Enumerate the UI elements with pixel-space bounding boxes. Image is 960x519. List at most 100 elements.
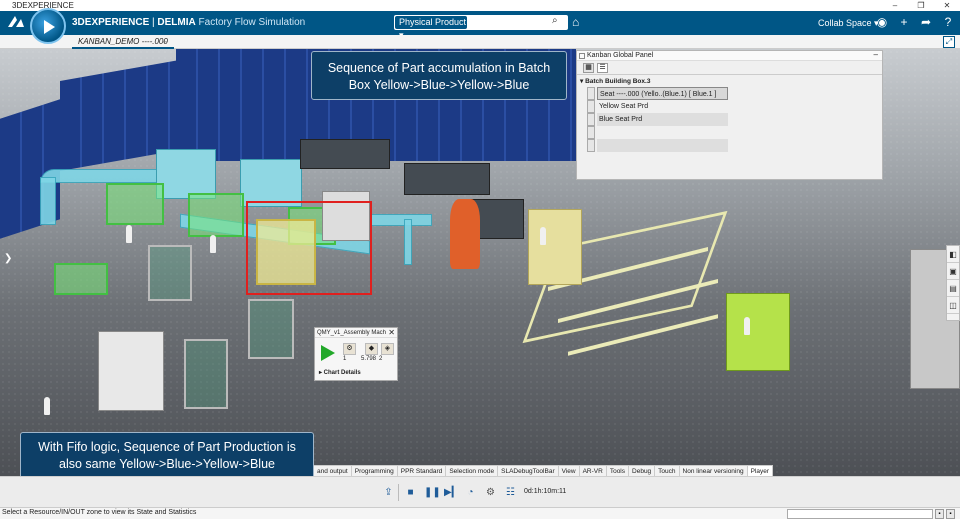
conveyor-drop [404,219,412,265]
assembly-panel-title: QMY_v1_Assembly Mach ✕ [315,328,397,338]
status-bar: Select a Resource/IN/OUT zone to view it… [0,507,960,519]
render-icon[interactable]: ◫ [947,297,959,314]
command-tab[interactable]: Debug [629,466,656,476]
command-tab[interactable]: View [559,466,580,476]
conveyor-top [40,169,170,183]
command-tab[interactable]: Non linear versioning [680,466,748,476]
chevron-left-icon[interactable]: ❯ [4,253,12,264]
application-window: 3DEXPERIENCE – ❐ ✕ 3DEXPERIENCE | DELMIA… [0,0,960,519]
panel-title-bar[interactable]: Kanban Global Panel – [577,50,882,61]
worker-3 [44,397,50,415]
cabinet-1 [156,149,216,199]
assembly-value-output: 2 [379,356,383,362]
status-message: Select a Resource/IN/OUT zone to view it… [2,509,197,516]
layers-icon[interactable]: ▤ [947,280,959,297]
list-view-icon[interactable]: ☰ [597,63,608,73]
status-button-2[interactable]: ▪ [946,509,955,519]
command-tab[interactable]: SLADebugToolBar [498,466,559,476]
speed-icon[interactable]: ◔ [464,486,477,499]
output-icon: ◈ [381,343,394,355]
command-tab[interactable]: Selection mode [446,466,499,476]
command-tab[interactable]: Player [747,466,774,476]
command-input[interactable] [787,509,933,519]
command-tab[interactable]: AR-VR [580,466,607,476]
restore-button[interactable]: ❐ [910,0,932,11]
play-icon[interactable] [321,345,335,361]
panel-grip-icon [579,53,585,59]
command-tab[interactable]: and output [314,466,352,476]
settings-icon[interactable]: ⚙ [484,486,497,499]
camera-icon[interactable]: ◧ [947,246,959,263]
cart-3 [248,299,294,359]
brand-subtitle: Factory Flow Simulation [198,17,306,28]
compass-play-icon [44,20,55,34]
callout-bottom: With Fifo logic, Sequence of Part Produc… [20,432,314,476]
section-label: Batch Building Box.3 [585,78,651,85]
row-grip-icon[interactable] [587,87,595,100]
3d-viewport[interactable]: ❯ Sequence of Part accumulation in Batch… [0,49,960,476]
export-icon[interactable]: ⇪ [382,486,395,499]
compass-icon[interactable] [30,8,66,44]
step-icon[interactable]: ▶▎ [444,486,459,499]
command-tab[interactable]: Programming [352,466,398,476]
command-tab[interactable]: Tools [607,466,630,476]
green-table [54,263,108,295]
ds-logo-icon [6,14,28,32]
search-icon[interactable]: ⌕ [552,15,558,26]
row-grip-icon[interactable] [587,100,595,113]
station-2 [188,193,244,237]
help-icon[interactable]: ? [940,15,956,29]
toolbar-separator [398,484,399,501]
list-icon[interactable]: ☷ [504,486,517,499]
expand-icon[interactable]: ⤢ [943,36,955,48]
callout-top: Sequence of Part accumulation in Batch B… [311,51,567,100]
row-grip-icon[interactable] [587,113,595,126]
search-bar: Physical Product ▾ ⌕ [394,15,568,40]
minimize-icon[interactable]: – [874,50,878,60]
worker-1 [126,225,132,243]
close-window-button[interactable]: ✕ [936,0,958,11]
minimize-button[interactable]: – [884,0,906,11]
document-tab-bar: KANBAN_DEMO ----.000 + ⤢ [0,35,960,49]
player-action-bar: ⇪ ■ ❚❚ ▶▎ ◔ ⚙ ☷ 0d:1h:10m:11 [0,476,960,507]
batch-box-section[interactable]: ▾ Batch Building Box.3 [577,75,882,87]
tab-kanban-demo[interactable]: KANBAN_DEMO ----.000 [72,35,174,49]
worker-5 [744,317,750,335]
close-icon[interactable]: ✕ [388,328,395,337]
assembly-title-text: QMY_v1_Assembly Mach [317,330,387,336]
assembly-value-time: 5.798 [361,356,377,362]
share-icon[interactable]: ➦ [918,15,934,29]
cart-1 [148,245,192,301]
stop-icon[interactable]: ■ [404,486,417,499]
row-grip-icon[interactable] [587,139,595,152]
simulation-time: 0d:1h:10m:11 [524,488,567,495]
conveyor-side [40,177,56,225]
conveyor-right [370,214,432,226]
command-tab[interactable]: Touch [655,466,680,476]
top-bar: 3DEXPERIENCE | DELMIA Factory Flow Simul… [0,11,960,40]
selection-highlight-box [246,201,372,295]
screenshot-icon[interactable]: ▣ [947,263,959,280]
right-toolbar: ◧ ▣ ▤ ◫ [946,245,960,321]
search-scope-dropdown[interactable]: Physical Product ▾ [395,16,467,40]
grid-view-icon[interactable]: ▦ [583,63,594,73]
status-button-1[interactable]: ▪ [935,509,944,519]
batch-box-cell: Seat ----.000 (Yello..(Blue.1) [ Blue.1 … [597,87,728,100]
user-icon[interactable]: ◉ [874,15,890,29]
panel-title: Kanban Global Panel [587,52,654,59]
collab-space-dropdown[interactable]: Collab Space ▾ [818,18,879,29]
add-icon[interactable]: + [896,15,912,29]
command-tab[interactable]: PPR Standard [398,466,447,476]
search-input[interactable] [470,16,548,29]
assembly-machine-panel: QMY_v1_Assembly Mach ✕ ⚙ ◆ ◈ 1 5.798 2 ▸… [314,327,398,381]
assembly-value-count: 1 [343,356,347,362]
chart-details-toggle[interactable]: ▸ Chart Details [319,369,361,376]
station-1 [106,183,164,225]
add-tab-button[interactable]: + [162,35,167,49]
robot-arm [450,199,480,269]
command-tab-strip: and output Programming PPR Standard Selecti… [314,465,774,476]
row-grip-icon[interactable] [587,126,595,139]
tag-icon[interactable]: ⌂ [572,15,579,29]
os-title-bar: 3DEXPERIENCE – ❐ ✕ [0,0,960,11]
pause-icon[interactable]: ❚❚ [424,486,441,499]
